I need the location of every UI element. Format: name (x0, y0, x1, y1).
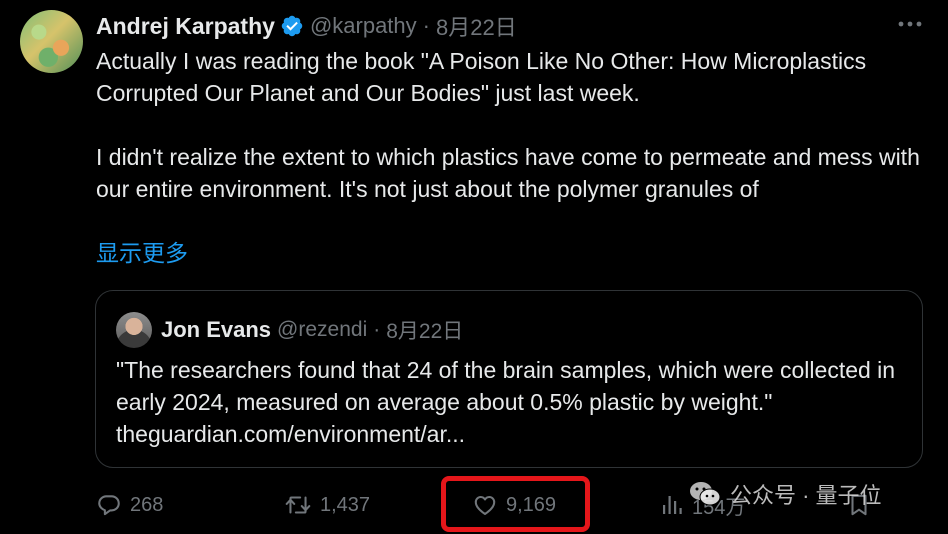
quoted-author-handle: @rezendi (277, 318, 368, 341)
show-more-link[interactable]: 显示更多 (96, 237, 188, 269)
reply-icon (96, 492, 122, 518)
quoted-header-separator: · (373, 318, 381, 341)
watermark-text: 公众号 · 量子位 (730, 483, 882, 508)
author-avatar[interactable] (20, 10, 83, 73)
tweet-paragraph: Actually I was reading the book "A Poiso… (96, 48, 867, 106)
wechat-logo-icon (688, 480, 722, 508)
quoted-author-avatar (116, 312, 152, 348)
quoted-tweet-text: "The researchers found that 24 of the br… (116, 357, 896, 447)
author-handle[interactable]: @karpathy (310, 13, 417, 39)
retweet-count: 1,437 (320, 493, 371, 516)
quoted-author-name: Jon Evans (161, 317, 272, 342)
quoted-tweet-header: Jon Evans @rezendi · 8月22日 (116, 311, 463, 349)
tweet-date[interactable]: 8月22日 (436, 10, 517, 42)
tweet-body: Actually I was reading the book "A Poiso… (96, 45, 926, 205)
header-separator: · (422, 13, 430, 38)
author-name[interactable]: Andrej Karpathy (96, 13, 275, 40)
retweet-icon (284, 492, 312, 518)
like-highlight-box (441, 476, 590, 532)
retweet-button[interactable]: 1,437 (284, 487, 370, 523)
reply-count: 268 (130, 493, 164, 516)
reply-button[interactable]: 268 (96, 487, 163, 523)
verified-badge-icon (280, 14, 304, 38)
tweet-header: Andrej Karpathy @karpathy · 8月22日 (96, 10, 517, 42)
tweet-paragraph: I didn't realize the extent to which pla… (96, 144, 920, 202)
quoted-tweet-date: 8月22日 (386, 320, 464, 343)
quoted-tweet-card[interactable]: Jon Evans @rezendi · 8月22日 "The research… (95, 290, 923, 468)
more-options-icon[interactable] (897, 14, 923, 34)
views-icon (660, 492, 684, 518)
watermark: 公众号 · 量子位 (688, 478, 882, 510)
